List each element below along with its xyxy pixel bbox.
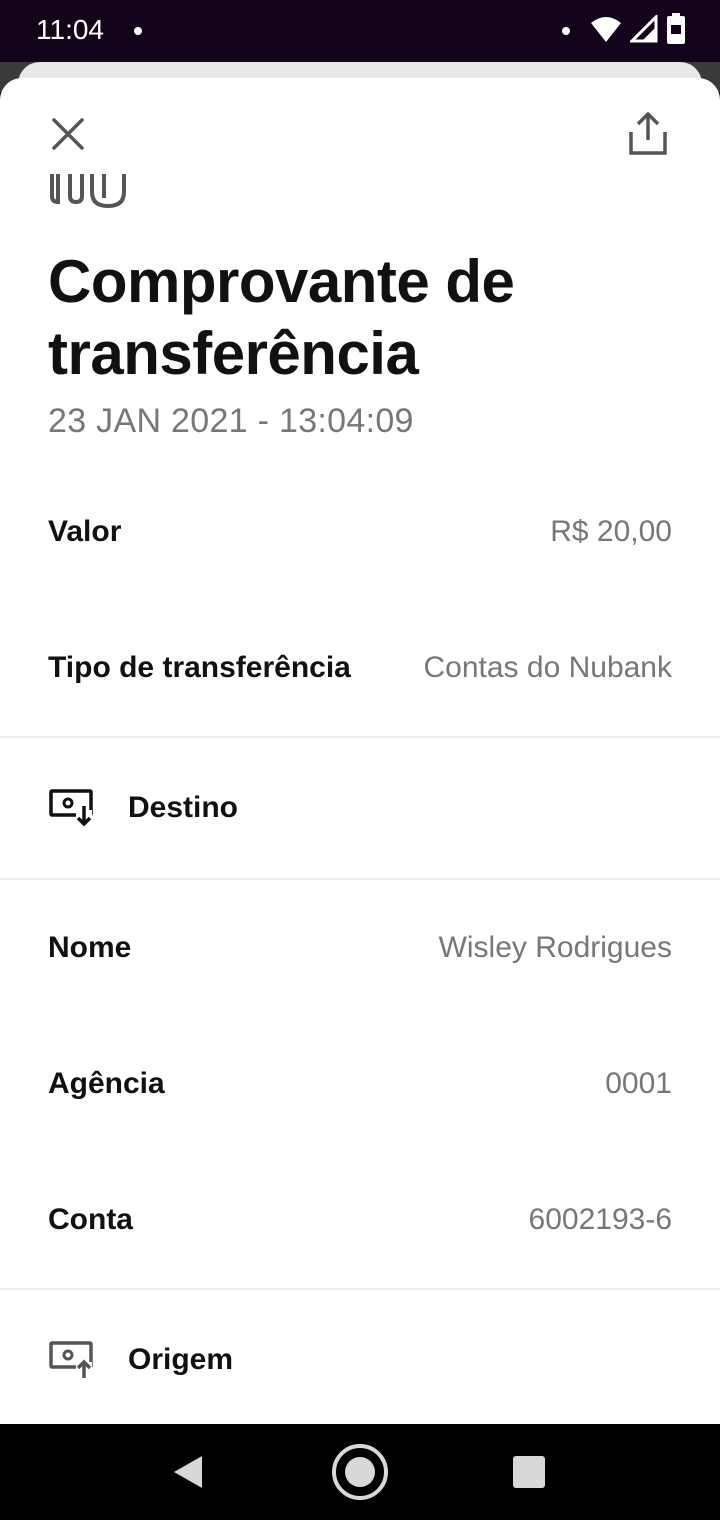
share-icon: [629, 112, 667, 155]
field-label: Nome: [48, 931, 132, 964]
signal-icon: [630, 15, 658, 43]
field-label: Agência: [48, 1067, 165, 1100]
status-dot-icon: [562, 27, 570, 35]
receipt-sheet: Comprovante de transferência 23 JAN 2021…: [0, 78, 720, 1424]
field-value: 0001: [605, 1067, 672, 1100]
divider: [0, 878, 720, 880]
field-valor: Valor R$ 20,00: [48, 512, 672, 552]
divider: [0, 736, 720, 738]
field-nome: Nome Wisley Rodrigues: [48, 928, 672, 968]
field-label: Conta: [48, 1203, 133, 1236]
money-in-icon: [48, 788, 96, 828]
close-icon: [52, 118, 84, 150]
section-destino: Destino: [48, 784, 672, 832]
field-label: Tipo de transferência: [48, 651, 351, 684]
nubank-logo: [48, 174, 138, 212]
close-button[interactable]: [44, 110, 92, 158]
field-conta: Conta 6002193-6: [48, 1200, 672, 1240]
field-value: 6002193-6: [528, 1203, 672, 1236]
field-value: Wisley Rodrigues: [438, 931, 672, 964]
share-button[interactable]: [622, 108, 674, 160]
money-out-icon: [48, 1340, 96, 1380]
section-origem: Origem: [48, 1336, 672, 1384]
section-label: Destino: [128, 791, 239, 824]
battery-icon: [667, 13, 685, 44]
field-value: Contas do Nubank: [423, 651, 673, 684]
wifi-icon: [591, 17, 621, 42]
field-agencia: Agência 0001: [48, 1064, 672, 1104]
field-value: R$ 20,00: [550, 515, 672, 548]
section-label: Origem: [128, 1343, 234, 1376]
status-bar: 11:04: [0, 0, 720, 62]
navigation-bar: [0, 1424, 720, 1520]
receipt-timestamp: 23 JAN 2021 - 13:04:09: [48, 402, 414, 440]
page-title: Comprovante de transferência: [48, 248, 515, 387]
field-tipo-transferencia: Tipo de transferência Contas do Nubank: [48, 648, 672, 688]
status-time: 11:04: [36, 14, 104, 45]
home-icon[interactable]: [330, 1442, 390, 1502]
notification-dot-icon: [134, 27, 142, 35]
divider: [0, 1288, 720, 1290]
recents-icon[interactable]: [513, 1456, 545, 1488]
back-icon[interactable]: [170, 1454, 206, 1490]
field-label: Valor: [48, 515, 122, 548]
